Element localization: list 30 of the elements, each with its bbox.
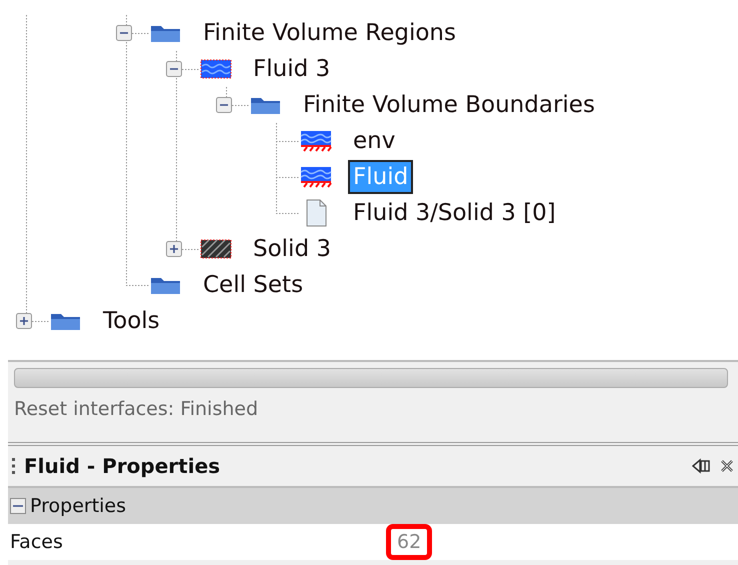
boundary-icon [300, 166, 332, 188]
folder-icon [150, 23, 182, 43]
close-icon[interactable] [720, 458, 734, 474]
group-label: Properties [30, 495, 126, 517]
expander-button[interactable] [216, 97, 232, 113]
tree-item[interactable]: Solid 3 [248, 232, 336, 266]
property-name: Faces [9, 531, 64, 553]
folder-icon [250, 95, 282, 115]
expander-button[interactable] [166, 61, 182, 77]
tree-item[interactable]: env [348, 124, 400, 158]
folder-icon [50, 311, 82, 331]
tree-item[interactable]: Fluid 3/Solid 3 [0] [348, 196, 561, 230]
panel-title: Fluid - Properties [24, 454, 222, 478]
fluid-region-icon [200, 59, 232, 79]
tree-item[interactable]: Fluid 3 [248, 52, 336, 86]
boundary-icon [300, 130, 332, 152]
folder-icon [150, 275, 182, 295]
tree-item[interactable]: Finite Volume Boundaries [298, 88, 600, 122]
collapse-button[interactable] [10, 498, 26, 514]
expander-button[interactable] [116, 25, 132, 41]
tree-item[interactable]: Finite Volume Regions [198, 16, 461, 50]
tree-item[interactable]: Tools [98, 304, 165, 338]
solid-region-icon [200, 239, 232, 259]
status-text: Reset interfaces: Finished [14, 398, 260, 420]
tree-item[interactable]: Cell Sets [198, 268, 308, 302]
grip-icon[interactable] [12, 457, 16, 475]
expander-button[interactable] [166, 241, 182, 257]
expander-button[interactable] [16, 313, 32, 329]
pin-icon[interactable] [692, 458, 712, 474]
property-value[interactable]: 62 [386, 524, 432, 560]
